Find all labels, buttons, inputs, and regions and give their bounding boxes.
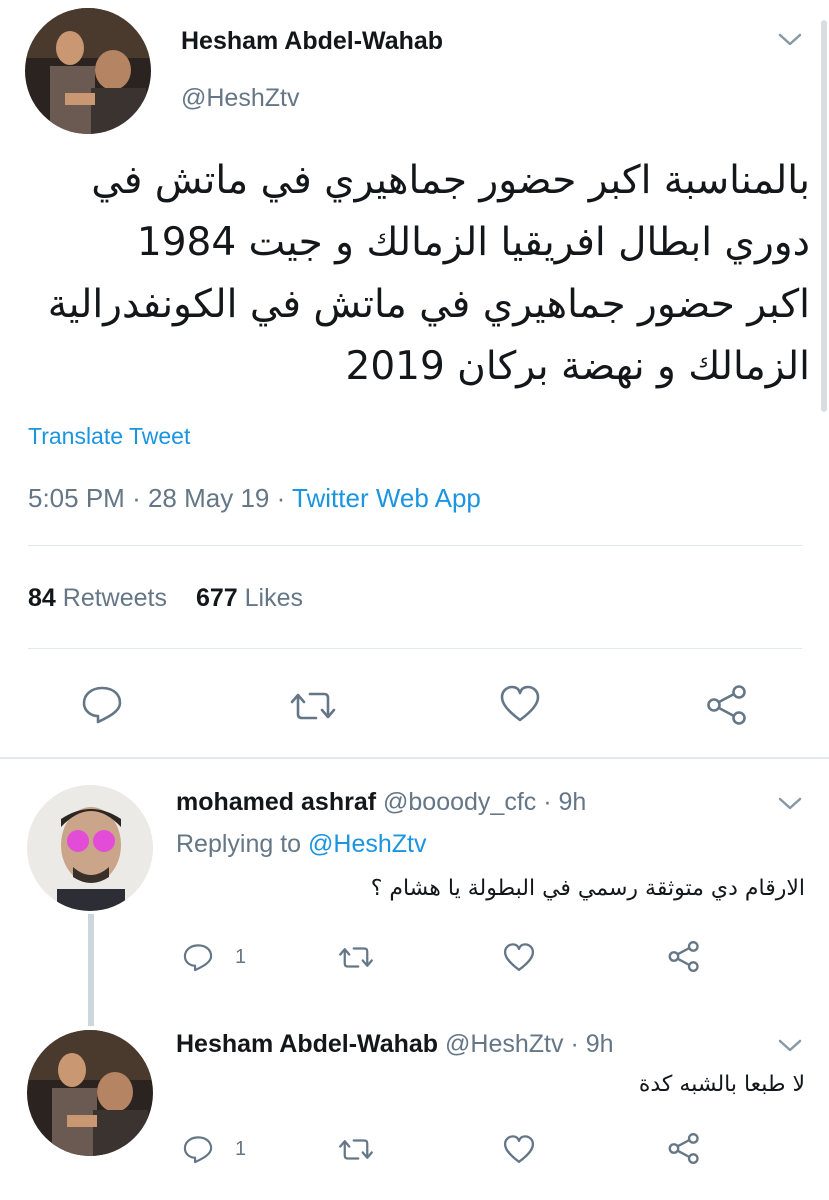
reply-author-handle[interactable]: @booody_cfc [383,788,536,816]
divider [0,757,829,759]
reply-time[interactable]: · 9h [570,1030,613,1058]
meta-separator: · [276,483,286,513]
reply-author-handle[interactable]: @HeshZtv [445,1030,563,1058]
likes-count: 677 [195,584,238,612]
reply-header: mohamed ashraf @booody_cfc · 9h [176,788,586,817]
divider [28,648,802,649]
reply-icon[interactable] [182,1134,214,1164]
share-icon[interactable] [667,1132,701,1165]
replying-prefix: Replying to [176,830,302,858]
likes-stat[interactable]: 677 Likes [196,584,303,612]
retweets-count: 84 [28,584,56,612]
tweet-time: 5:05 PM [28,483,125,513]
thread-line [88,914,94,1026]
share-icon[interactable] [705,684,749,726]
reply-icon[interactable] [80,684,124,724]
tweet-text: بالمناسبة اكبر حضور جماهيري في ماتش في د… [20,150,810,398]
share-icon[interactable] [667,940,701,973]
divider [28,545,802,546]
likes-label: Likes [244,584,303,612]
meta-separator: · [132,483,141,513]
reply-time[interactable]: · 9h [543,788,586,816]
chevron-down-icon[interactable] [776,794,804,814]
tweet-text-line: دوري ابطال افريقيا الزمالك و جيت 1984 [136,220,810,265]
like-icon[interactable] [502,942,536,973]
tweet-text-line: اكبر حضور جماهيري في ماتش في الكونفدرالي… [47,282,810,327]
retweet-icon[interactable] [338,944,374,971]
reply-author-name[interactable]: mohamed ashraf [176,788,376,816]
retweet-icon[interactable] [289,688,337,724]
author-name[interactable]: Hesham Abdel-Wahab [181,27,443,56]
reply-avatar[interactable] [27,1030,153,1156]
reply-avatar[interactable] [27,785,153,911]
scrollbar[interactable] [821,20,827,412]
replying-to: Replying to @HeshZtv [176,830,427,859]
chevron-down-icon[interactable] [776,1036,804,1056]
reply-count: 1 [235,946,247,968]
reply-count: 1 [235,1138,247,1160]
author-avatar[interactable] [25,8,151,134]
retweets-stat[interactable]: 84 Retweets [28,584,174,612]
retweets-label: Retweets [62,584,167,612]
retweet-icon[interactable] [338,1136,374,1163]
reply-header: Hesham Abdel-Wahab @HeshZtv · 9h [176,1030,614,1059]
tweet-stats: 84 Retweets 677 Likes [28,584,303,613]
translate-tweet-link[interactable]: Translate Tweet [28,423,190,450]
like-icon[interactable] [502,1134,536,1165]
reply-text: الارقام دي متوثقة رسمي في البطولة يا هشا… [370,876,805,901]
like-icon[interactable] [498,684,542,724]
chevron-down-icon[interactable] [776,30,804,50]
tweet-date: 28 May 19 [147,483,270,513]
tweet-text-line: الزمالك و نهضة بركان 2019 [345,344,810,389]
tweet-source-link[interactable]: Twitter Web App [292,483,481,513]
reply-text: لا طبعا بالشبه كدة [638,1072,805,1097]
tweet-meta: 5:05 PM · 28 May 19 · Twitter Web App [28,483,481,514]
author-handle[interactable]: @HeshZtv [181,84,299,113]
reply-author-name[interactable]: Hesham Abdel-Wahab [176,1030,438,1058]
replying-handle-link[interactable]: @HeshZtv [308,830,426,858]
tweet-text-line: بالمناسبة اكبر حضور جماهيري في ماتش في [91,158,810,203]
reply-icon[interactable] [182,942,214,972]
